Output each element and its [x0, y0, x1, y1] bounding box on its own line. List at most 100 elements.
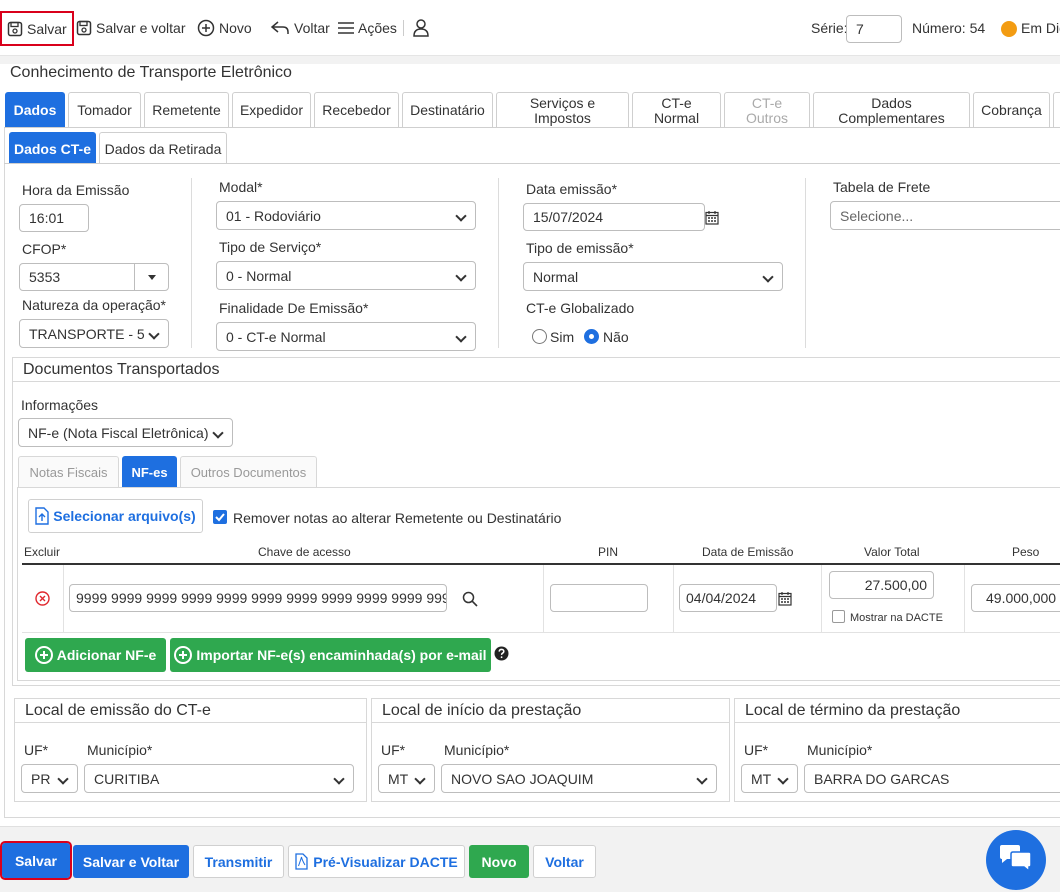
delete-row-icon[interactable]	[35, 591, 50, 606]
back-arrow-icon	[270, 21, 289, 34]
select-file-button[interactable]: Selecionar arquivo(s)	[28, 499, 203, 533]
transmit-button[interactable]: Transmitir	[193, 845, 284, 878]
globalizado-sim-radio[interactable]	[532, 329, 547, 344]
preview-dacte-button[interactable]: Pré-Visualizar DACTE	[288, 845, 465, 878]
finalidade-select[interactable]: 0 - CT-e Normal	[216, 322, 476, 351]
modal-label: Modal*	[219, 179, 263, 195]
calendar-icon[interactable]	[705, 210, 719, 225]
calendar-icon[interactable]	[778, 591, 792, 606]
tab-cte-normal[interactable]: CT-e Normal	[632, 92, 721, 128]
subtab-label: Dados CT-e	[13, 140, 91, 157]
municipio-select[interactable]: CURITIBA	[84, 764, 354, 793]
municipio-select[interactable]: BARRA DO GARCAS	[804, 764, 1060, 793]
valor-input[interactable]: 27.500,00	[829, 571, 934, 599]
row-bottom-line	[22, 632, 1060, 633]
modal-select[interactable]: 01 - Rodoviário	[216, 201, 476, 230]
add-nfe-button[interactable]: Adicionar NF-e	[25, 638, 166, 672]
municipio-value: NOVO SAO JOAQUIM	[451, 770, 594, 787]
remover-notas-checkbox[interactable]	[213, 510, 227, 524]
tab-cte-outros: CT-e Outros	[724, 92, 810, 128]
status-label: Em Dig	[1021, 20, 1060, 36]
chat-icon	[1000, 845, 1032, 873]
footer-save-and-back-button[interactable]: Salvar e Voltar	[73, 845, 189, 878]
uf-value: MT	[751, 770, 772, 787]
tipo-servico-select[interactable]: 0 - Normal	[216, 261, 476, 290]
tab-label: Destinatário	[410, 102, 485, 118]
plus-circle-icon	[34, 646, 53, 664]
serie-input[interactable]: 7	[846, 15, 902, 43]
tipo-emissao-select[interactable]: Normal	[523, 262, 783, 291]
tab-remetente[interactable]: Remetente	[144, 92, 229, 128]
tab-dados[interactable]: Dados	[5, 92, 65, 128]
save-and-back-button[interactable]: Salvar e voltar	[76, 16, 185, 40]
tab-servicos-impostos[interactable]: Serviços e Impostos	[496, 92, 629, 128]
col-valor: Valor Total	[864, 545, 920, 559]
tab-tomador[interactable]: Tomador	[68, 92, 141, 128]
toolbar-divider	[403, 20, 404, 36]
natureza-select[interactable]: TRANSPORTE - 5	[19, 319, 169, 348]
municipio-select[interactable]: NOVO SAO JOAQUIM	[441, 764, 717, 793]
import-nfe-button[interactable]: Importar NF-e(s) encaminhada(s) por e-ma…	[170, 638, 491, 672]
tab-destinatario[interactable]: Destinatário	[402, 92, 493, 128]
valor-value: 27.500,00	[864, 577, 927, 593]
import-nfe-label: Importar NF-e(s) encaminhada(s) por e-ma…	[196, 647, 487, 663]
footer-new-button[interactable]: Novo	[469, 845, 529, 878]
tab-dados-complementares[interactable]: Dados Complementares	[813, 92, 970, 128]
tab-expedidor[interactable]: Expedidor	[232, 92, 311, 128]
tab-label: CT-e Outros	[745, 94, 788, 126]
tab-notas-fiscais[interactable]: Notas Fiscais	[18, 456, 119, 488]
natureza-value: TRANSPORTE - 5	[29, 325, 145, 342]
municipio-label: Município*	[807, 742, 873, 758]
save-and-back-label: Salvar e voltar	[96, 20, 186, 36]
globalizado-nao-radio[interactable]	[584, 329, 599, 344]
actions-label: Ações	[358, 20, 397, 36]
local-emissao-title: Local de emissão do CT-e	[15, 699, 366, 723]
save-icon	[7, 21, 23, 36]
save-button[interactable]: Salvar	[0, 11, 74, 46]
globalizado-nao-label: Não	[603, 329, 629, 345]
actions-menu[interactable]: Ações	[338, 16, 397, 40]
footer-save-button[interactable]: Salvar	[0, 841, 72, 880]
search-icon[interactable]	[462, 591, 478, 607]
finalidade-label: Finalidade De Emissão*	[219, 300, 369, 316]
footer-save-label: Salvar	[14, 852, 58, 869]
uf-select[interactable]: PR	[21, 764, 78, 793]
data-emissao-input[interactable]: 15/07/2024	[523, 203, 705, 231]
uf-label: UF*	[381, 742, 406, 758]
back-button[interactable]: Voltar	[270, 16, 330, 40]
footer-back-button[interactable]: Voltar	[533, 845, 596, 878]
tab-cobranca[interactable]: Cobrança	[973, 92, 1050, 128]
subtab-dados-cte[interactable]: Dados CT-e	[9, 132, 96, 164]
mostrar-dacte-checkbox[interactable]	[832, 610, 845, 623]
new-button[interactable]: Novo	[197, 16, 252, 40]
tabela-frete-select[interactable]: Selecione...	[830, 201, 1060, 230]
data-nfe-input[interactable]: 04/04/2024	[679, 584, 777, 612]
tab-recebedor[interactable]: Recebedor	[314, 92, 399, 128]
uf-select[interactable]: MT	[378, 764, 435, 793]
uf-value: MT	[388, 770, 409, 787]
local-termino-title: Local de término da prestação	[735, 699, 1060, 723]
pin-input[interactable]	[550, 584, 648, 612]
tab-label: Serviços e Impostos	[529, 94, 596, 126]
help-icon[interactable]	[494, 646, 509, 661]
user-button[interactable]	[413, 16, 429, 40]
subtab-label: Dados da Retirada	[104, 140, 222, 157]
subtab-dados-retirada[interactable]: Dados da Retirada	[99, 132, 227, 164]
status-dot	[1001, 21, 1017, 37]
tab-label: Remetente	[152, 102, 221, 118]
tab-label: Tomador	[77, 102, 132, 118]
peso-input[interactable]: 49.000,000	[971, 584, 1060, 612]
column-divider	[805, 178, 806, 348]
chat-button[interactable]	[986, 830, 1046, 890]
tab-more[interactable]	[1053, 92, 1060, 128]
uf-select[interactable]: MT	[741, 764, 798, 793]
chave-input[interactable]: 9999 9999 9999 9999 9999 9999 9999 9999 …	[69, 584, 447, 612]
tab-outros-documentos[interactable]: Outros Documentos	[180, 456, 317, 488]
cfop-dropdown-button[interactable]	[134, 264, 168, 290]
toolbar-separator	[0, 56, 1060, 64]
informacoes-select[interactable]: NF-e (Nota Fiscal Eletrônica)	[18, 418, 233, 447]
cfop-input[interactable]: 5353	[19, 263, 169, 291]
tab-nf-es[interactable]: NF-es	[122, 456, 177, 488]
hora-input[interactable]: 16:01	[19, 204, 89, 232]
informacoes-label: Informações	[21, 397, 99, 413]
